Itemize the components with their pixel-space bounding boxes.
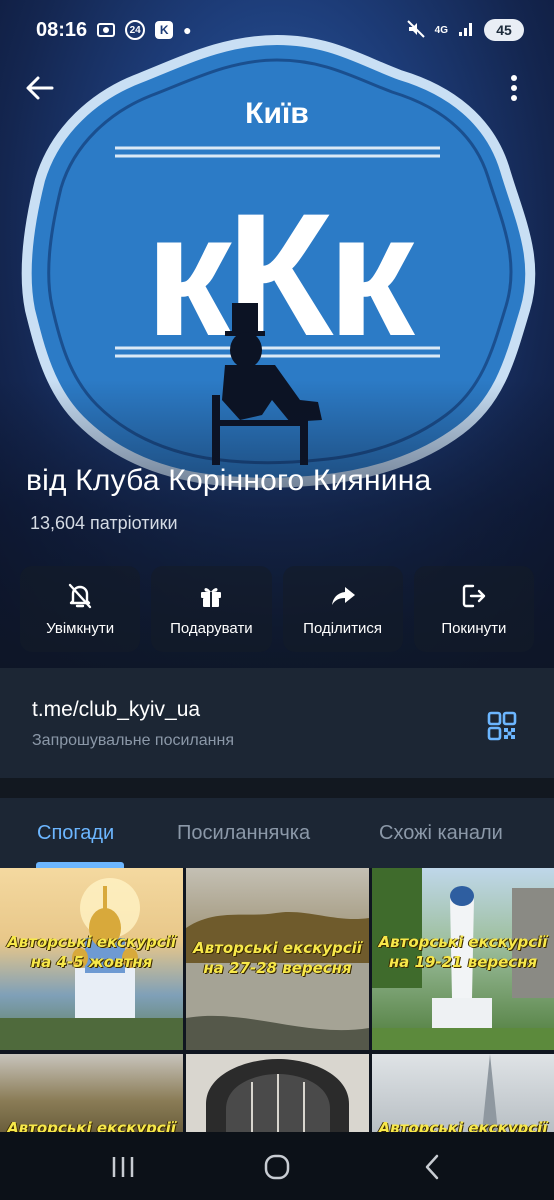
mute-icon <box>406 19 425 41</box>
chevron-left-icon <box>425 1154 439 1180</box>
app-notification-icon: K <box>155 21 174 39</box>
qr-code-icon <box>487 711 517 741</box>
invite-link-section[interactable] <box>0 668 554 778</box>
invite-link-caption: Запрошувальне посилання <box>32 732 234 749</box>
gift-button[interactable]: Подарувати <box>151 566 272 652</box>
bell-off-icon <box>68 583 92 608</box>
signal-icon <box>458 21 474 40</box>
media-caption: Авторські екскурсії <box>7 1119 176 1132</box>
media-tile[interactable]: Авторські екскурсії <box>0 1054 183 1132</box>
unmute-label: Увімкнути <box>46 619 115 637</box>
back-button[interactable] <box>22 70 58 106</box>
gift-icon <box>201 587 222 607</box>
tab-links[interactable]: Посиланнячка <box>177 822 310 845</box>
status-time: 08:16 <box>36 18 88 41</box>
home-icon <box>264 1154 290 1180</box>
leave-icon <box>462 584 486 607</box>
channel-actions: Увімкнути Подарувати Поділитися Покинути <box>20 566 534 652</box>
media-caption: Авторські екскурсії на 19-21 вересня <box>378 933 548 971</box>
media-caption: Авторські екскурсії на 27-28 вересня <box>193 939 362 977</box>
archway-photo <box>206 1059 349 1132</box>
unmute-button[interactable]: Увімкнути <box>20 566 141 652</box>
emblem-city-text: Київ <box>245 97 309 130</box>
media-grid: Авторські екскурсії на 4-5 жовтня Авторс… <box>0 868 554 1132</box>
more-vertical-icon <box>511 75 517 101</box>
channel-title: від Клуба Корінного Киянина <box>26 464 432 497</box>
recent-apps-icon <box>112 1157 134 1177</box>
status-bar: 08:16 24 K ● 4G 45 <box>0 0 554 60</box>
arrow-left-icon <box>26 76 54 100</box>
share-label: Поділитися <box>303 619 383 637</box>
media-tile[interactable] <box>186 1054 369 1132</box>
dot-icon: ● <box>183 22 192 38</box>
back-nav-button[interactable] <box>418 1152 448 1182</box>
camera-icon <box>97 21 116 40</box>
content-tabs: Спогади Посиланнячка Схожі канали <box>0 798 554 868</box>
media-tile[interactable]: Авторські екскурсії на 27-28 вересня <box>186 868 369 1050</box>
recent-apps-button[interactable] <box>108 1152 138 1182</box>
media-tile[interactable]: Авторські екскурсії на 19-21 вересня <box>372 868 554 1050</box>
gift-label: Подарувати <box>170 619 253 637</box>
leave-label: Покинути <box>441 619 507 637</box>
share-icon <box>331 586 355 605</box>
qr-code-button[interactable] <box>486 710 518 742</box>
more-options-button[interactable] <box>496 70 532 106</box>
subscriber-count: 13,604 патріотики <box>30 513 178 533</box>
tab-memories[interactable]: Спогади <box>37 822 114 845</box>
system-nav-bar <box>0 1132 554 1200</box>
tab-similar-channels[interactable]: Схожі канали <box>379 822 503 845</box>
media-caption: Авторські екскурсії <box>378 1119 548 1132</box>
home-button[interactable] <box>262 1152 292 1182</box>
battery-indicator: 45 <box>484 19 524 41</box>
media-tile[interactable]: Авторські екскурсії <box>372 1054 554 1132</box>
media-tile[interactable]: Авторські екскурсії на 4-5 жовтня <box>0 868 183 1050</box>
invite-link[interactable]: t.me/club_kyiv_ua <box>32 698 200 722</box>
emblem-letters-text: кКк <box>145 178 415 373</box>
leave-button[interactable]: Покинути <box>413 566 534 652</box>
media-caption: Авторські екскурсії на 4-5 жовтня <box>7 933 176 971</box>
notification-badge: 24 <box>125 20 146 40</box>
share-button[interactable]: Поділитися <box>282 566 403 652</box>
network-type: 4G <box>434 24 448 36</box>
